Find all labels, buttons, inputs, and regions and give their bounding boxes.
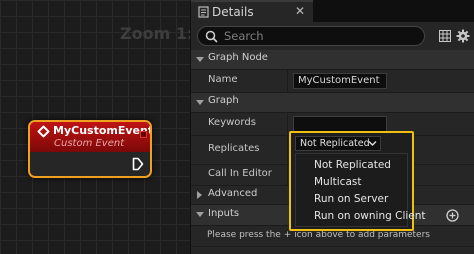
search-row: Search <box>191 22 474 50</box>
close-tab-icon[interactable]: ✕ <box>295 4 305 18</box>
category-graph-node[interactable]: Graph Node <box>191 50 474 70</box>
replicates-combo[interactable]: Not Replicated <box>295 136 381 151</box>
category-graph[interactable]: Graph <box>191 93 474 113</box>
option-run-on-owning-client[interactable]: Run on owning Client <box>314 210 426 222</box>
category-label: Graph Node <box>208 52 268 63</box>
gear-icon[interactable] <box>456 29 470 43</box>
property-label: Name <box>208 74 238 85</box>
property-label: Replicates <box>208 143 260 154</box>
node-title: MyCustomEvent <box>53 124 152 137</box>
delegate-pin-icon[interactable] <box>140 131 147 138</box>
replicates-dropdown: Not Replicated Not Replicated Multicast … <box>289 131 426 231</box>
keywords-field[interactable] <box>293 116 387 132</box>
category-label: Inputs <box>208 208 240 219</box>
inputs-hint: Please press the + icon above to add par… <box>207 230 430 240</box>
search-input[interactable]: Search <box>197 26 425 46</box>
category-label: Graph <box>208 95 239 106</box>
property-matrix-icon[interactable] <box>439 30 451 42</box>
property-label: Call In Editor <box>208 168 272 179</box>
column-divider <box>287 136 288 164</box>
tab-bar: Details ✕ <box>191 0 474 22</box>
custom-event-node[interactable]: MyCustomEvent Custom Event <box>28 120 152 178</box>
chevron-down-icon <box>368 141 377 146</box>
collapsed-arrow-icon <box>197 191 202 199</box>
property-label: Keywords <box>208 117 256 128</box>
graph-canvas[interactable]: Zoom 1:1 MyCustomEvent Custom Event <box>0 0 190 254</box>
event-diamond-icon <box>37 125 50 138</box>
column-divider <box>287 70 288 92</box>
details-icon <box>198 6 209 18</box>
option-not-replicated[interactable]: Not Replicated <box>314 159 391 171</box>
search-placeholder: Search <box>224 29 264 43</box>
node-subtitle: Custom Event <box>54 138 125 149</box>
column-divider <box>287 113 288 135</box>
name-field[interactable]: MyCustomEvent <box>293 73 387 89</box>
property-row-name: Name MyCustomEvent <box>191 70 474 93</box>
search-icon <box>205 30 218 43</box>
option-run-on-server[interactable]: Run on Server <box>314 193 388 205</box>
expand-arrow-icon <box>196 57 204 62</box>
tab-details[interactable]: Details ✕ <box>191 0 313 22</box>
category-label: Advanced <box>208 188 258 199</box>
add-parameter-icon[interactable] <box>446 209 459 222</box>
expand-arrow-icon <box>196 100 204 105</box>
option-multicast[interactable]: Multicast <box>314 176 361 188</box>
exec-out-pin-icon[interactable] <box>132 157 144 171</box>
tab-details-label: Details <box>212 5 254 19</box>
zoom-label: Zoom 1:1 <box>120 24 190 43</box>
column-divider <box>287 165 288 185</box>
node-header: MyCustomEvent Custom Event <box>30 122 150 152</box>
expand-arrow-icon <box>196 212 204 217</box>
replicates-selected-value: Not Replicated <box>300 138 370 149</box>
replicates-options-menu: Not Replicated Multicast Run on Server R… <box>295 153 426 227</box>
